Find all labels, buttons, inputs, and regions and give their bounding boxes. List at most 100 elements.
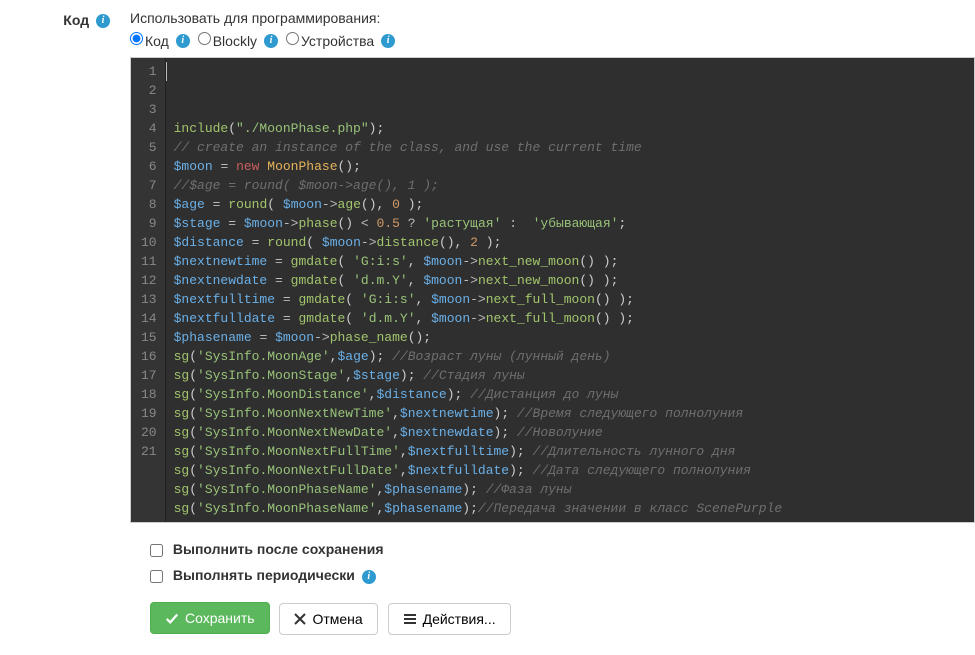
- token-fn: sg: [174, 444, 190, 459]
- token-op: =: [275, 254, 283, 269]
- code-line[interactable]: $nextnewtime = gmdate( 'G:i:s', $moon->n…: [174, 252, 966, 271]
- editor-code[interactable]: include("./MoonPhase.php");// create an …: [166, 58, 974, 522]
- code-line[interactable]: // create an instance of the class, and …: [174, 138, 966, 157]
- code-line[interactable]: include("./MoonPhase.php");: [174, 119, 966, 138]
- token-str: 'G:i:s': [361, 292, 416, 307]
- info-icon[interactable]: i: [176, 34, 190, 48]
- token-num: 0.5: [377, 216, 400, 231]
- line-number: 15: [141, 328, 157, 347]
- token-p: (: [189, 406, 197, 421]
- token-op: ->: [361, 235, 377, 250]
- editor-cursor: [166, 62, 167, 81]
- save-button[interactable]: Сохранить: [150, 602, 270, 634]
- radio-label-0: Код: [145, 33, 169, 49]
- code-editor[interactable]: 123456789101112131415161718192021 includ…: [130, 57, 975, 523]
- code-line[interactable]: $distance = round( $moon->distance(), 2 …: [174, 233, 966, 252]
- cancel-button-label: Отмена: [312, 611, 362, 627]
- token-p: [275, 311, 283, 326]
- radio-input-2[interactable]: [286, 32, 299, 45]
- token-op: ?: [408, 216, 416, 231]
- info-icon[interactable]: i: [96, 14, 110, 28]
- cancel-button[interactable]: Отмена: [279, 603, 377, 635]
- token-fn: next_new_moon: [478, 273, 579, 288]
- checkbox-periodic[interactable]: Выполнять периодически: [150, 567, 359, 583]
- line-number: 16: [141, 347, 157, 366]
- token-var: $nextfulldate: [408, 463, 509, 478]
- code-line[interactable]: $phasename = $moon->phase_name();: [174, 328, 966, 347]
- line-number: 2: [141, 81, 157, 100]
- info-icon[interactable]: i: [381, 34, 395, 48]
- token-p: ,: [400, 463, 408, 478]
- token-str: 'SysInfo.MoonNextNewDate': [197, 425, 392, 440]
- token-fn: gmdate: [291, 254, 338, 269]
- token-str: 'растущая': [423, 216, 501, 231]
- line-number: 11: [141, 252, 157, 271]
- code-line[interactable]: $stage = $moon->phase() < 0.5 ? 'растуща…: [174, 214, 966, 233]
- token-p: (: [337, 273, 353, 288]
- radio-option-1[interactable]: Blockly i: [198, 32, 278, 48]
- radio-option-2[interactable]: Устройства i: [286, 32, 395, 48]
- token-p: [275, 292, 283, 307]
- line-number: 1: [141, 62, 157, 81]
- line-number: 10: [141, 233, 157, 252]
- radio-input-1[interactable]: [198, 32, 211, 45]
- token-kw: new: [236, 159, 259, 174]
- token-fn: sg: [174, 482, 190, 497]
- token-p: ,: [392, 425, 400, 440]
- token-cmt: //Дистанция до луны: [470, 387, 618, 402]
- token-op: =: [228, 216, 236, 231]
- code-line[interactable]: $age = round( $moon->age(), 0 );: [174, 195, 966, 214]
- code-line[interactable]: sg('SysInfo.MoonAge',$age); //Возраст лу…: [174, 347, 966, 366]
- token-p: (: [189, 444, 197, 459]
- token-var: $moon: [423, 273, 462, 288]
- code-line[interactable]: //$age = round( $moon->age(), 1 );: [174, 176, 966, 195]
- code-line[interactable]: $nextnewdate = gmdate( 'd.m.Y', $moon->n…: [174, 271, 966, 290]
- radio-option-0[interactable]: Код i: [130, 32, 190, 48]
- token-fn: sg: [174, 406, 190, 421]
- checkbox-after-save-label: Выполнить после сохранения: [173, 541, 384, 557]
- checkbox-after-save[interactable]: Выполнить после сохранения: [150, 541, 384, 557]
- token-var: $moon: [283, 197, 322, 212]
- code-line[interactable]: sg('SysInfo.MoonNextNewTime',$nextnewtim…: [174, 404, 966, 423]
- token-var: $stage: [353, 368, 400, 383]
- line-number: 21: [141, 442, 157, 461]
- code-line[interactable]: sg('SysInfo.MoonNextFullTime',$nextfullt…: [174, 442, 966, 461]
- token-p: );: [509, 463, 532, 478]
- code-line[interactable]: sg('SysInfo.MoonPhaseName',$phasename);/…: [174, 499, 966, 518]
- token-op: <: [361, 216, 369, 231]
- token-p: ,: [400, 444, 408, 459]
- code-line[interactable]: $nextfulldate = gmdate( 'd.m.Y', $moon->…: [174, 309, 966, 328]
- token-op: =: [283, 311, 291, 326]
- code-line[interactable]: sg('SysInfo.MoonDistance',$distance); //…: [174, 385, 966, 404]
- checkbox-periodic-input[interactable]: [150, 570, 163, 583]
- token-p: [400, 216, 408, 231]
- token-str: 'd.m.Y': [353, 273, 408, 288]
- checkbox-after-save-input[interactable]: [150, 544, 163, 557]
- code-line[interactable]: sg('SysInfo.MoonNextFullDate',$nextfulld…: [174, 461, 966, 480]
- token-p: [236, 216, 244, 231]
- token-num: 2: [470, 235, 478, 250]
- token-p: );: [462, 482, 485, 497]
- token-var: $nextfulldate: [174, 311, 275, 326]
- token-str: 'd.m.Y': [361, 311, 416, 326]
- code-line[interactable]: sg('SysInfo.MoonPhaseName',$phasename); …: [174, 480, 966, 499]
- actions-button[interactable]: Действия...: [388, 603, 511, 635]
- token-cmt: //Длительность лунного дня: [533, 444, 736, 459]
- code-line[interactable]: sg('SysInfo.MoonNextNewDate',$nextnewdat…: [174, 423, 966, 442]
- info-icon[interactable]: i: [362, 570, 376, 584]
- line-number: 19: [141, 404, 157, 423]
- token-var: $nextfulltime: [408, 444, 509, 459]
- token-fn: phase_name: [330, 330, 408, 345]
- code-line[interactable]: $moon = new MoonPhase();: [174, 157, 966, 176]
- token-op: =: [283, 292, 291, 307]
- code-line[interactable]: $nextfulltime = gmdate( 'G:i:s', $moon->…: [174, 290, 966, 309]
- token-var: $moon: [244, 216, 283, 231]
- token-p: );: [509, 444, 532, 459]
- token-p: (: [345, 311, 361, 326]
- token-p: ,: [345, 368, 353, 383]
- info-icon[interactable]: i: [264, 34, 278, 48]
- line-number: 4: [141, 119, 157, 138]
- token-str: 'SysInfo.MoonDistance': [197, 387, 369, 402]
- radio-input-0[interactable]: [130, 32, 143, 45]
- code-line[interactable]: sg('SysInfo.MoonStage',$stage); //Стадия…: [174, 366, 966, 385]
